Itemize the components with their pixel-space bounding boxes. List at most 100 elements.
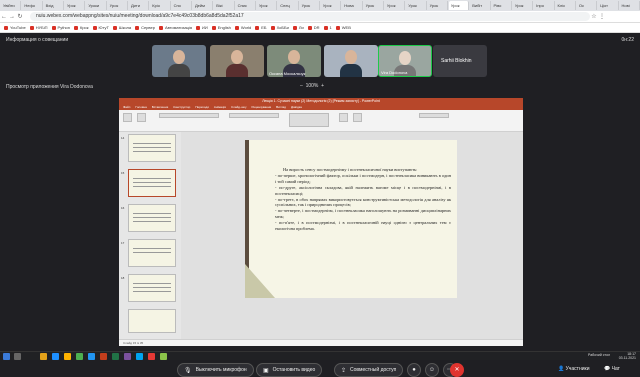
tray-label[interactable]: Рабочий стол [588, 353, 610, 357]
bookmark-item[interactable]: ЕБ [255, 25, 267, 30]
forward-icon[interactable]: → [8, 14, 16, 20]
slide-thumbnail[interactable] [128, 134, 176, 162]
meeting-info[interactable]: Информация о совещании [6, 37, 68, 43]
excel-icon[interactable] [112, 353, 119, 360]
app-icon[interactable] [148, 353, 155, 360]
word-icon[interactable] [88, 353, 95, 360]
find-tools[interactable] [419, 113, 449, 118]
arrange-icon[interactable] [339, 113, 348, 122]
menu-icon[interactable]: ⋮ [598, 13, 606, 20]
browser-tab[interactable]: Спо [172, 1, 192, 10]
bookmark-item[interactable]: Сервер [135, 25, 155, 30]
start-icon[interactable] [3, 353, 10, 360]
bookmark-item[interactable]: English [211, 25, 231, 30]
bookmark-item[interactable]: DR [307, 25, 320, 30]
slide-thumbnail[interactable] [128, 309, 176, 333]
bookmark-item[interactable]: Крок [74, 25, 89, 30]
bookmark-item[interactable]: Школа [112, 25, 131, 30]
bookmark-item[interactable]: 1 [323, 25, 332, 30]
browser-tab[interactable]: Спис [236, 1, 256, 10]
browser-tab[interactable]: Вибіт [470, 1, 491, 10]
stop-video-button[interactable]: ▣ Остановить видео [256, 363, 323, 377]
browser-tab[interactable]: Дейм [193, 1, 214, 10]
bookmark-item[interactable]: ЮтуТ [92, 25, 109, 30]
participant-tile[interactable] [324, 45, 378, 77]
browser-tab[interactable]: Увійти [1, 1, 22, 10]
taskbar-clock[interactable]: 18:17 03.11.2021 [619, 352, 636, 360]
participant-tile[interactable] [152, 45, 206, 77]
browser-tab[interactable]: Нефо [22, 1, 43, 10]
paragraph-tools[interactable] [229, 113, 279, 118]
app-icon[interactable] [160, 353, 167, 360]
browser-tab[interactable]: Нова [342, 1, 363, 10]
font-select[interactable] [159, 113, 219, 118]
browser-tab[interactable]: Урок [108, 1, 128, 10]
chrome-icon[interactable] [76, 353, 83, 360]
participant-tile[interactable]: Sarhii Blokhin [433, 45, 487, 77]
browser-tab[interactable]: Уроки [86, 1, 107, 10]
slide-thumbnail[interactable] [128, 274, 176, 302]
browser-tab[interactable]: Ціот [598, 1, 619, 10]
bookmark-item[interactable]: Ли [292, 25, 304, 30]
browser-tab[interactable]: Урок [321, 1, 342, 10]
slide-thumbnail-selected[interactable] [128, 169, 176, 197]
leave-meeting-button[interactable]: ✕ [450, 363, 464, 377]
browser-tab[interactable]: Урок [257, 1, 278, 10]
shapes-gallery[interactable] [289, 113, 329, 127]
browser-tab[interactable]: Урок [65, 1, 86, 10]
share-button[interactable]: ⇪ Совместный доступ [334, 363, 404, 377]
browser-tab[interactable]: Урок [300, 1, 320, 10]
star-icon[interactable]: ☆ [590, 13, 598, 20]
edge-icon[interactable] [52, 353, 59, 360]
powerpoint-icon[interactable] [100, 353, 107, 360]
folder-icon[interactable] [64, 353, 71, 360]
chat-button[interactable]: 💬 Чат [604, 366, 620, 372]
bookmark-item[interactable]: World [234, 25, 251, 30]
browser-tab[interactable]: Кріо [150, 1, 171, 10]
bookmark-item[interactable]: Python [51, 25, 70, 30]
browser-tab[interactable]: Дити [129, 1, 150, 10]
browser-tab[interactable]: Урок [448, 1, 470, 10]
slide-thumbnail[interactable] [128, 204, 176, 232]
taskbar: Рабочий стол 18:17 03.11.2021 [0, 351, 640, 360]
browser-tab[interactable]: Кліс [556, 1, 576, 10]
files-icon[interactable] [40, 353, 47, 360]
participant-tile[interactable]: Оксана Москальчук [267, 45, 321, 77]
browser-tab[interactable]: Урок [385, 1, 406, 10]
slide-thumbnail[interactable] [128, 239, 176, 267]
browser-tab[interactable]: Вхід [44, 1, 64, 10]
back-icon[interactable]: ← [0, 14, 8, 20]
bookmark-icon [4, 25, 8, 30]
reactions-button[interactable]: ☺ [425, 363, 439, 377]
reload-icon[interactable]: ↻ [16, 13, 24, 20]
new-slide-icon[interactable] [137, 113, 146, 122]
quick-styles-icon[interactable] [353, 113, 362, 122]
browser-tab[interactable]: Інро [534, 1, 555, 10]
participants-button[interactable]: 👤 Участники [558, 366, 590, 372]
bookmark-item[interactable]: ИИ [196, 25, 208, 30]
browser-tab[interactable]: Урок [513, 1, 534, 10]
bookmark-item[interactable]: YouTube [4, 25, 26, 30]
bookmark-item[interactable]: Автоматизація [158, 25, 192, 30]
browser-tab[interactable]: Ріво [492, 1, 512, 10]
zoom-control[interactable]: – 100% + [300, 83, 324, 89]
participant-tile[interactable] [210, 45, 264, 77]
paste-icon[interactable] [123, 113, 132, 122]
url-field[interactable]: nuiu.webex.com/webappng/sites/nuiu/meeti… [30, 12, 590, 21]
bookmark-item[interactable]: НУБіП [29, 25, 48, 30]
participant-tile-active[interactable]: Vira Dodonova [378, 45, 432, 77]
mute-button[interactable]: 🎙 Выключить микрофон [177, 363, 254, 377]
browser-tab[interactable]: Ос [577, 1, 598, 10]
record-button[interactable]: ● [407, 363, 421, 377]
browser-tab[interactable]: Нові [620, 1, 640, 10]
browser-tab[interactable]: Урок [428, 1, 448, 10]
browser-tab[interactable]: Вікі [214, 1, 235, 10]
onenote-icon[interactable] [124, 353, 131, 360]
browser-tab[interactable]: Урок [406, 1, 427, 10]
browser-tab[interactable]: Спец [278, 1, 299, 10]
bookmark-item[interactable]: ХоББи [270, 25, 289, 30]
bookmark-item[interactable]: WEB [335, 25, 351, 30]
search-icon[interactable] [14, 353, 21, 360]
browser-tab[interactable]: Урок [364, 1, 384, 10]
app-icon[interactable] [136, 353, 143, 360]
